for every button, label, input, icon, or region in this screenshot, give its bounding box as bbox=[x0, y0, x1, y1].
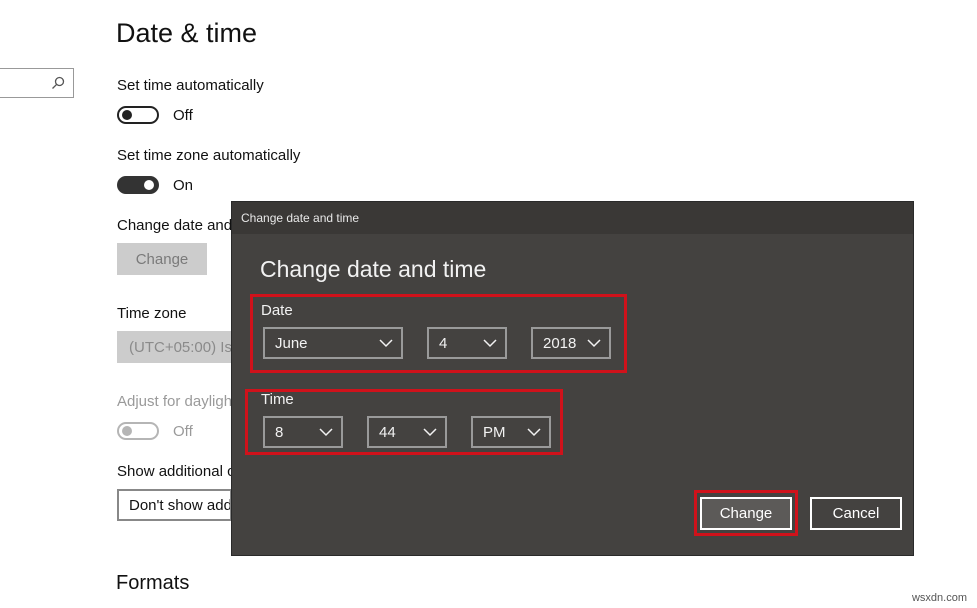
change-date-button[interactable]: Change bbox=[117, 243, 207, 275]
time-zone-select[interactable]: (UTC+05:00) Isla bbox=[117, 331, 232, 363]
daylight-toggle[interactable] bbox=[117, 422, 159, 440]
chevron-down-icon bbox=[379, 339, 393, 348]
set-tz-auto-state: On bbox=[173, 177, 194, 194]
month-value: June bbox=[275, 334, 308, 352]
chevron-down-icon bbox=[319, 428, 333, 437]
date-label: Date bbox=[261, 302, 293, 319]
ampm-select[interactable]: PM bbox=[471, 416, 551, 448]
search-icon bbox=[52, 76, 65, 89]
daylight-state: Off bbox=[173, 423, 193, 440]
day-select[interactable]: 4 bbox=[427, 327, 507, 359]
year-select[interactable]: 2018 bbox=[531, 327, 611, 359]
chevron-down-icon bbox=[423, 428, 437, 437]
minute-value: 44 bbox=[379, 423, 396, 441]
time-label: Time bbox=[261, 391, 294, 408]
dialog-cancel-button[interactable]: Cancel bbox=[810, 497, 902, 530]
time-zone-label: Time zone bbox=[117, 305, 187, 322]
set-time-auto-toggle[interactable] bbox=[117, 106, 159, 124]
set-time-auto-label: Set time automatically bbox=[117, 77, 264, 94]
month-select[interactable]: June bbox=[263, 327, 403, 359]
formats-heading: Formats bbox=[116, 572, 190, 594]
set-tz-auto-label: Set time zone automatically bbox=[117, 147, 301, 164]
watermark: wsxdn.com bbox=[911, 592, 967, 604]
set-time-auto-state: Off bbox=[173, 107, 193, 124]
change-date-label: Change date and bbox=[117, 217, 233, 234]
search-input[interactable] bbox=[0, 68, 74, 98]
dialog-change-button[interactable]: Change bbox=[700, 497, 792, 530]
minute-select[interactable]: 44 bbox=[367, 416, 447, 448]
daylight-label: Adjust for daylight bbox=[117, 393, 237, 410]
additional-calendars-label: Show additional c bbox=[117, 463, 235, 480]
ampm-value: PM bbox=[483, 423, 506, 441]
hour-select[interactable]: 8 bbox=[263, 416, 343, 448]
year-value: 2018 bbox=[543, 334, 577, 352]
hour-value: 8 bbox=[275, 423, 284, 441]
day-value: 4 bbox=[439, 334, 448, 352]
change-date-time-dialog: Change date and time Change date and tim… bbox=[232, 202, 913, 555]
dialog-heading: Change date and time bbox=[260, 256, 487, 282]
additional-calendars-select[interactable]: Don't show add bbox=[117, 489, 232, 521]
page-title: Date & time bbox=[116, 18, 258, 48]
chevron-down-icon bbox=[527, 428, 541, 437]
chevron-down-icon bbox=[483, 339, 497, 348]
dialog-titlebar: Change date and time bbox=[232, 202, 913, 234]
set-tz-auto-toggle[interactable] bbox=[117, 176, 159, 194]
chevron-down-icon bbox=[587, 339, 601, 348]
